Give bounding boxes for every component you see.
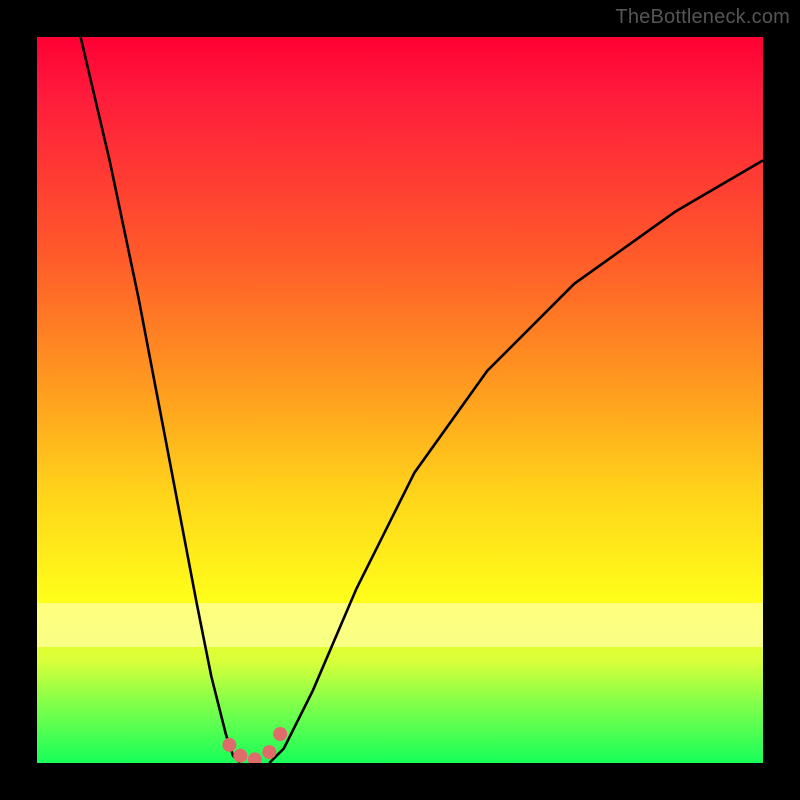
trough-marker (248, 752, 262, 763)
trough-marker (262, 745, 276, 759)
curve-left-branch (81, 37, 241, 763)
curve-svg (37, 37, 763, 763)
plot-area (37, 37, 763, 763)
trough-marker (273, 727, 287, 741)
curve-right-branch (269, 160, 763, 763)
watermark-text: TheBottleneck.com (615, 6, 790, 29)
trough-markers (222, 727, 287, 763)
chart-frame: TheBottleneck.com (0, 0, 800, 800)
trough-marker (233, 749, 247, 763)
trough-marker (222, 738, 236, 752)
